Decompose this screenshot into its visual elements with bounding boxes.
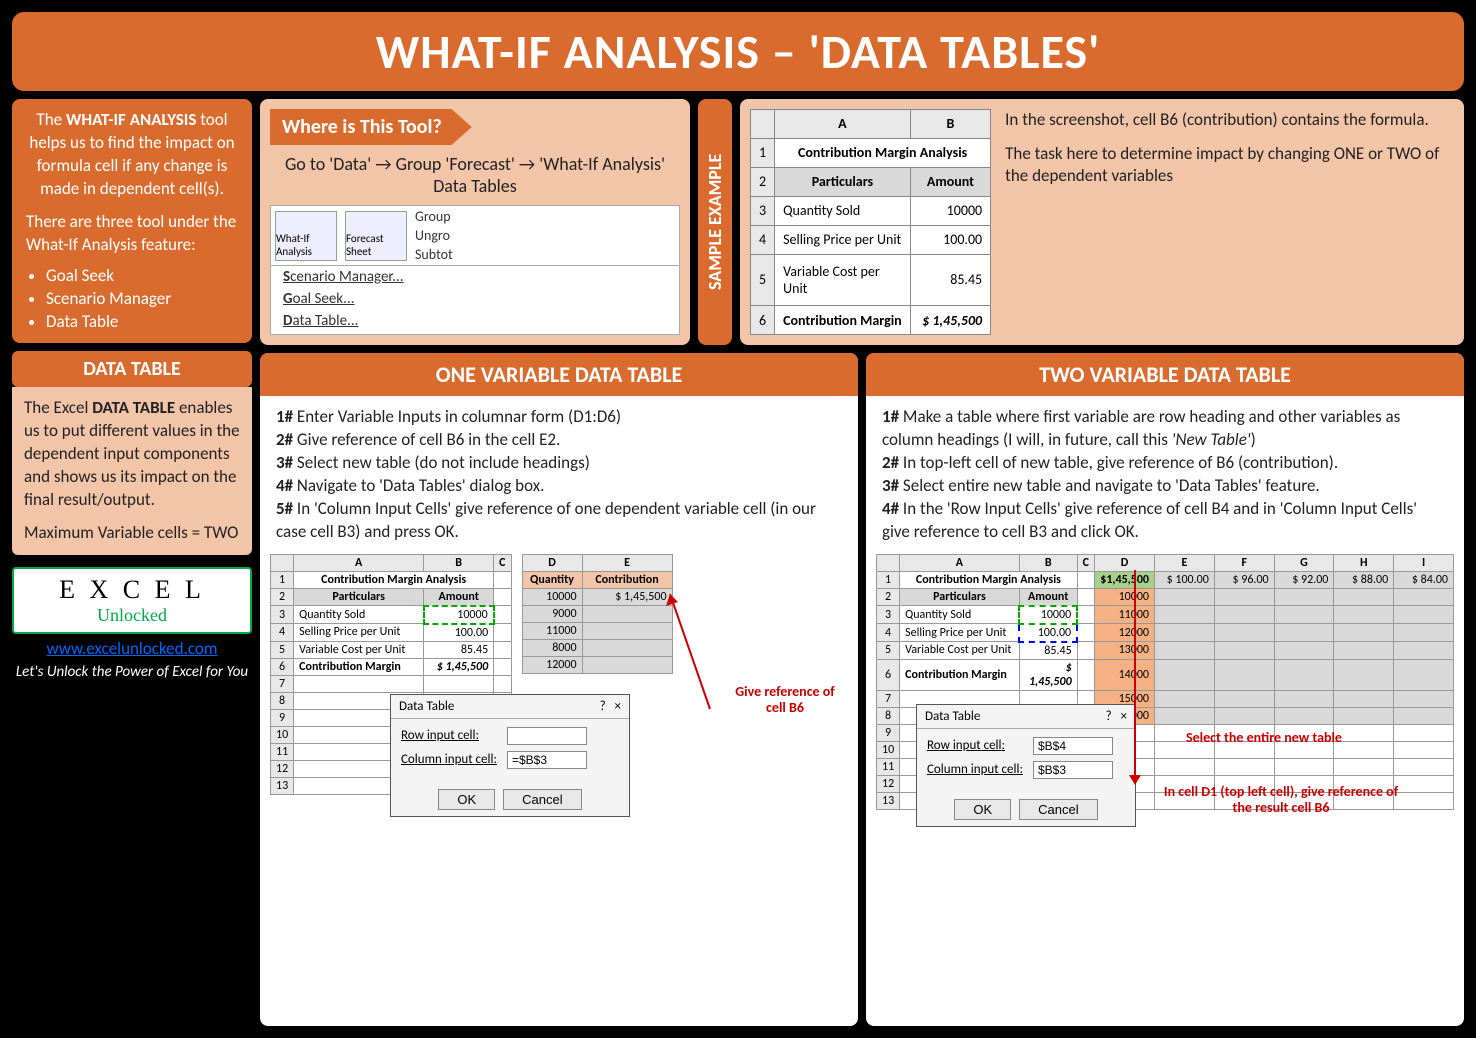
where-panel: Where is This Tool? Go to 'Data' → Group… bbox=[260, 99, 690, 345]
row-input-label-2: Row input cell: bbox=[927, 738, 1027, 753]
feature-datatable: Data Table bbox=[46, 311, 238, 334]
ribbon-subtotal[interactable]: Subtot bbox=[415, 246, 453, 263]
intro-subhead: There are three tool under the What-If A… bbox=[26, 211, 238, 257]
menu-goalseek[interactable]: Goal Seek... bbox=[271, 288, 679, 310]
select-table-note: Select the entire new table bbox=[1186, 729, 1342, 746]
datatable-body: The Excel DATA TABLE enables us to put d… bbox=[12, 387, 252, 555]
row-input-cell[interactable] bbox=[507, 727, 587, 745]
dialog-title-2: Data Table bbox=[925, 709, 980, 724]
sample-table: AB 1Contribution Margin Analysis 2Partic… bbox=[750, 109, 991, 335]
row-input-cell-2[interactable] bbox=[1033, 737, 1113, 755]
ribbon-screenshot: What-If Analysis Forecast Sheet Group Un… bbox=[270, 205, 680, 335]
tagline: Let's Unlock the Power of Excel for You bbox=[12, 663, 252, 681]
logo-block: E X C E L Unlocked www.excelunlocked.com… bbox=[12, 563, 252, 681]
cancel-button-2[interactable]: Cancel bbox=[1019, 799, 1097, 820]
datatable-dialog-two: Data Table? × Row input cell: Column inp… bbox=[916, 704, 1136, 827]
col-input-cell-2[interactable] bbox=[1033, 761, 1113, 779]
menu-datatable[interactable]: Data Table... bbox=[271, 310, 679, 332]
cancel-button[interactable]: Cancel bbox=[503, 789, 581, 810]
forecast-ribbon-icon[interactable]: Forecast Sheet bbox=[345, 211, 407, 261]
col-input-label-2: Column input cell: bbox=[927, 762, 1027, 777]
sample-panel: AB 1Contribution Margin Analysis 2Partic… bbox=[740, 99, 1464, 345]
row-input-label: Row input cell: bbox=[401, 728, 501, 743]
ribbon-group[interactable]: Group bbox=[415, 208, 453, 225]
two-variable-panel: TWO VARIABLE DATA TABLE 1# Make a table … bbox=[866, 353, 1464, 1026]
d1-reference-note: In cell D1 (top left cell), give referen… bbox=[1156, 784, 1406, 818]
feature-scenario: Scenario Manager bbox=[46, 288, 238, 311]
ok-button[interactable]: OK bbox=[438, 789, 495, 810]
down-arrow-icon bbox=[1125, 570, 1145, 790]
datatable-dialog-one: Data Table? × Row input cell: Column inp… bbox=[390, 694, 630, 817]
b6-reference-note: Give reference of cell B6 bbox=[730, 684, 840, 718]
one-var-data-table: DE QuantityContribution 10000$ 1,45,500 … bbox=[522, 554, 673, 674]
one-var-title: ONE VARIABLE DATA TABLE bbox=[260, 353, 858, 396]
sample-label: SAMPLE EXAMPLE bbox=[698, 99, 732, 345]
intro-bold: WHAT-IF ANALYSIS bbox=[66, 109, 196, 130]
whatif-ribbon-icon[interactable]: What-If Analysis bbox=[275, 211, 337, 261]
nav-path: Go to 'Data' → Group 'Forecast' → 'What-… bbox=[270, 153, 680, 197]
intro-text: The bbox=[36, 109, 66, 130]
site-url[interactable]: www.excelunlocked.com bbox=[12, 638, 252, 659]
sample-desc2: The task here to determine impact by cha… bbox=[1005, 143, 1454, 187]
ribbon-ungroup[interactable]: Ungro bbox=[415, 227, 453, 244]
where-tab: Where is This Tool? bbox=[270, 109, 472, 145]
logo-top: E X C E L bbox=[18, 575, 246, 605]
page-title: WHAT-IF ANALYSIS – 'DATA TABLES' bbox=[12, 12, 1464, 91]
menu-scenario[interactable]: Scenario Manager... bbox=[271, 266, 679, 288]
logo-sub: Unlocked bbox=[18, 605, 246, 626]
two-var-title: TWO VARIABLE DATA TABLE bbox=[866, 353, 1464, 396]
col-input-cell[interactable] bbox=[507, 751, 587, 769]
sample-desc1: In the screenshot, cell B6 (contribution… bbox=[1005, 109, 1454, 131]
one-variable-panel: ONE VARIABLE DATA TABLE 1# Enter Variabl… bbox=[260, 353, 858, 1026]
feature-goalseek: Goal Seek bbox=[46, 265, 238, 288]
arrow-icon bbox=[660, 584, 720, 714]
col-input-label: Column input cell: bbox=[401, 752, 501, 767]
ok-button-2[interactable]: OK bbox=[954, 799, 1011, 820]
dialog-title: Data Table bbox=[399, 699, 454, 714]
intro-panel: The WHAT-IF ANALYSIS tool helps us to fi… bbox=[12, 99, 252, 343]
datatable-heading: DATA TABLE bbox=[12, 351, 252, 387]
